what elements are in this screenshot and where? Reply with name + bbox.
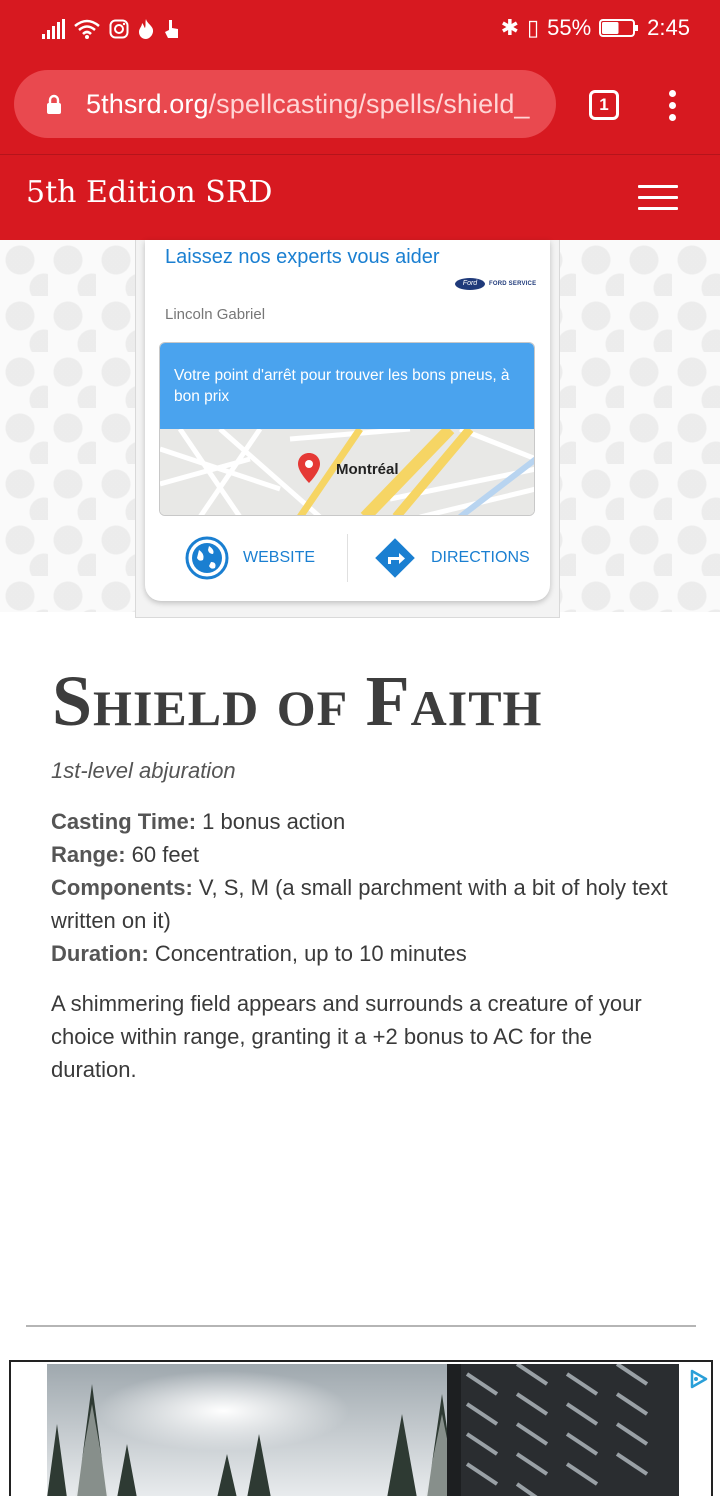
vibrate-icon: ▯ — [527, 15, 540, 40]
directions-label: DIRECTIONS — [431, 549, 530, 566]
ad-headline[interactable]: Laissez nos experts vous aider — [165, 244, 445, 271]
spell-title: SHIELD OF FAITH — [52, 660, 542, 743]
menu-icon[interactable] — [638, 185, 678, 211]
instagram-icon — [109, 19, 129, 39]
directions-icon — [375, 538, 415, 578]
signal-icon — [42, 19, 65, 39]
battery-icon — [599, 19, 639, 37]
property-casting-time: Casting Time: 1 bonus action — [51, 809, 346, 834]
map-pin-icon — [298, 453, 320, 483]
map-label: Montréal — [336, 461, 399, 478]
ad-image[interactable] — [47, 1364, 679, 1496]
property-components: Components: V, S, M (a small parchment w… — [51, 875, 668, 933]
status-right-icons: ✱ ▯ 55% 2:45 — [501, 14, 690, 42]
ad-actions: WEBSITE DIRECTIONS — [145, 530, 550, 586]
property-duration: Duration: Concentration, up to 10 minute… — [51, 941, 467, 966]
website-label: WEBSITE — [243, 549, 316, 566]
battery-percent: 55% — [547, 15, 592, 40]
browser-toolbar: 5thsrd.org/spellcasting/spells/shield_ 1 — [0, 56, 720, 154]
lock-icon — [47, 94, 61, 114]
property-range: Range: 60 feet — [51, 842, 199, 867]
bottom-ad[interactable] — [9, 1360, 713, 1496]
bluetooth-icon: ✱ — [500, 15, 520, 40]
status-bar: ✱ ▯ 55% 2:45 — [0, 0, 720, 56]
ad-advertiser: Lincoln Gabriel — [165, 306, 266, 323]
ford-logo: Ford FORD SERVICE — [455, 278, 536, 290]
map-thumbnail[interactable]: Montréal — [160, 424, 534, 515]
site-header: 5th Edition SRD — [0, 154, 720, 240]
site-title[interactable]: 5th Edition SRD — [26, 175, 272, 210]
spell-type: 1st-level abjuration — [51, 758, 236, 783]
ad-card[interactable]: Laissez nos experts vous aider Ford FORD… — [145, 240, 550, 601]
clock: 2:45 — [647, 15, 690, 40]
ad-map-card[interactable]: Votre point d'arrêt pour trouver les bon… — [159, 342, 535, 516]
divider — [26, 1325, 696, 1327]
globe-icon — [185, 536, 229, 580]
spell-description: A shimmering field appears and surrounds… — [51, 991, 642, 1082]
ford-oval-logo: Ford — [455, 278, 485, 290]
directions-button[interactable]: DIRECTIONS — [373, 530, 530, 586]
address-bar[interactable]: 5thsrd.org/spellcasting/spells/shield_ — [14, 70, 556, 138]
wifi-icon — [74, 19, 100, 39]
url-domain: 5thsrd.org — [86, 89, 209, 119]
title-word-3: FAITH — [365, 661, 543, 741]
action-divider — [347, 534, 348, 582]
browser-menu-button[interactable] — [660, 90, 684, 122]
tinder-icon — [139, 19, 154, 39]
url-path: /spellcasting/spells/shield_ — [208, 89, 530, 119]
ad-banner-text: Votre point d'arrêt pour trouver les bon… — [160, 343, 534, 429]
title-word-1: SHIELD — [52, 661, 260, 741]
hand-pointer-icon — [165, 20, 178, 38]
spell-properties: Casting Time: 1 bonus action Range: 60 f… — [51, 805, 681, 970]
ford-service-label: FORD SERVICE — [489, 281, 537, 287]
url-text[interactable]: 5thsrd.org/spellcasting/spells/shield_ — [86, 89, 530, 120]
tab-switcher-button[interactable]: 1 — [589, 90, 619, 120]
title-word-2: OF — [276, 680, 349, 736]
website-button[interactable]: WEBSITE — [185, 530, 315, 586]
adchoices-icon[interactable] — [687, 1368, 709, 1390]
status-left-icons — [42, 16, 181, 42]
